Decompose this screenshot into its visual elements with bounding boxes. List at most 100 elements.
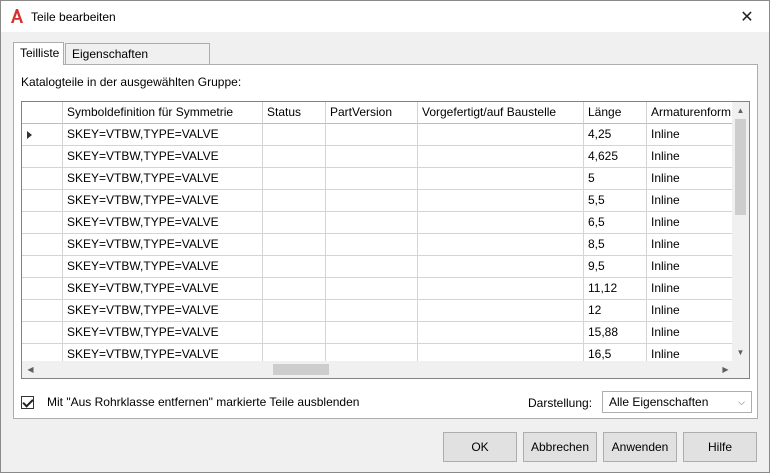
ok-button[interactable]: OK [443,432,517,462]
horizontal-scrollbar[interactable]: ◀ ▶ [22,361,734,378]
row-header[interactable] [22,190,63,212]
cell-status[interactable] [263,300,326,322]
cell-symbol[interactable]: SKEY=VTBW,TYPE=VALVE [63,234,263,256]
column-header-armaturenform[interactable]: Armaturenform [647,102,734,124]
row-header[interactable] [22,300,63,322]
cell-status[interactable] [263,256,326,278]
edit-parts-dialog: Teile bearbeiten ✕ Teilliste Eigenschaft… [0,0,770,473]
vertical-scroll-thumb[interactable] [735,119,746,215]
cell-armaturenform[interactable]: Inline [647,278,734,300]
row-header[interactable] [22,322,63,344]
cell-symbol[interactable]: SKEY=VTBW,TYPE=VALVE [63,168,263,190]
cell-status[interactable] [263,212,326,234]
cell-partversion[interactable] [326,124,418,146]
cell-laenge[interactable]: 6,5 [584,212,647,234]
cell-partversion[interactable] [326,300,418,322]
cell-status[interactable] [263,124,326,146]
cell-laenge[interactable]: 12 [584,300,647,322]
current-row-arrow-icon [27,131,32,139]
tab-eigenschaften-bearbeiten[interactable]: Eigenschaften bearbeiten [65,43,210,81]
cell-partversion[interactable] [326,168,418,190]
cell-partversion[interactable] [326,234,418,256]
cell-vorgefertigt[interactable] [418,256,584,278]
cell-symbol[interactable]: SKEY=VTBW,TYPE=VALVE [63,146,263,168]
parts-grid[interactable]: Symboldefinition für Symmetrie Status Pa… [21,101,750,379]
cell-symbol[interactable]: SKEY=VTBW,TYPE=VALVE [63,212,263,234]
cell-vorgefertigt[interactable] [418,190,584,212]
cell-status[interactable] [263,146,326,168]
row-header[interactable] [22,146,63,168]
cell-laenge[interactable]: 5 [584,168,647,190]
cell-partversion[interactable] [326,190,418,212]
hide-removed-parts-label[interactable]: Mit "Aus Rohrklasse entfernen" markierte… [47,395,359,409]
cell-partversion[interactable] [326,256,418,278]
display-mode-label: Darstellung: [528,396,593,410]
cell-vorgefertigt[interactable] [418,124,584,146]
cell-vorgefertigt[interactable] [418,300,584,322]
cell-vorgefertigt[interactable] [418,212,584,234]
scroll-up-arrow-icon[interactable]: ▲ [732,102,749,119]
cell-laenge[interactable]: 5,5 [584,190,647,212]
cell-armaturenform[interactable]: Inline [647,212,734,234]
scroll-down-arrow-icon[interactable]: ▼ [732,344,749,361]
cell-armaturenform[interactable]: Inline [647,300,734,322]
cell-symbol[interactable]: SKEY=VTBW,TYPE=VALVE [63,322,263,344]
apply-button[interactable]: Anwenden [603,432,677,462]
column-header-symbol[interactable]: Symboldefinition für Symmetrie [63,102,263,124]
cell-vorgefertigt[interactable] [418,146,584,168]
cell-symbol[interactable]: SKEY=VTBW,TYPE=VALVE [63,190,263,212]
column-header-vorgefertigt[interactable]: Vorgefertigt/auf Baustelle [418,102,584,124]
autocad-logo-icon [11,9,23,23]
cell-partversion[interactable] [326,212,418,234]
cell-armaturenform[interactable]: Inline [647,124,734,146]
cell-symbol[interactable]: SKEY=VTBW,TYPE=VALVE [63,256,263,278]
display-mode-select[interactable]: Alle Eigenschaften ⌵ [602,391,752,413]
row-header[interactable] [22,278,63,300]
cell-laenge[interactable]: 9,5 [584,256,647,278]
column-header-laenge[interactable]: Länge [584,102,647,124]
chevron-down-icon: ⌵ [738,397,745,407]
cell-status[interactable] [263,322,326,344]
cell-vorgefertigt[interactable] [418,278,584,300]
cell-symbol[interactable]: SKEY=VTBW,TYPE=VALVE [63,278,263,300]
cell-laenge[interactable]: 8,5 [584,234,647,256]
row-header[interactable] [22,234,63,256]
help-button[interactable]: Hilfe [683,432,757,462]
cell-vorgefertigt[interactable] [418,168,584,190]
cell-vorgefertigt[interactable] [418,322,584,344]
hide-removed-parts-checkbox[interactable] [21,396,34,409]
row-header[interactable] [22,168,63,190]
horizontal-scroll-thumb[interactable] [273,364,329,375]
close-button[interactable]: ✕ [725,1,769,32]
cell-armaturenform[interactable]: Inline [647,256,734,278]
cell-armaturenform[interactable]: Inline [647,168,734,190]
cell-laenge[interactable]: 4,625 [584,146,647,168]
cell-laenge[interactable]: 11,12 [584,278,647,300]
tab-teilliste[interactable]: Teilliste [13,42,64,65]
column-header-status[interactable]: Status [263,102,326,124]
vertical-scrollbar[interactable]: ▲ ▼ [732,102,749,361]
cell-laenge[interactable]: 15,88 [584,322,647,344]
cell-partversion[interactable] [326,278,418,300]
cell-armaturenform[interactable]: Inline [647,190,734,212]
cell-symbol[interactable]: SKEY=VTBW,TYPE=VALVE [63,300,263,322]
cell-armaturenform[interactable]: Inline [647,234,734,256]
cell-status[interactable] [263,168,326,190]
cell-armaturenform[interactable]: Inline [647,322,734,344]
row-header[interactable] [22,256,63,278]
cell-partversion[interactable] [326,146,418,168]
cell-status[interactable] [263,234,326,256]
cell-status[interactable] [263,190,326,212]
cell-armaturenform[interactable]: Inline [647,146,734,168]
cell-status[interactable] [263,278,326,300]
scroll-left-arrow-icon[interactable]: ◀ [22,361,39,378]
cancel-button[interactable]: Abbrechen [523,432,597,462]
cell-vorgefertigt[interactable] [418,234,584,256]
column-header-partversion[interactable]: PartVersion [326,102,418,124]
cell-partversion[interactable] [326,322,418,344]
row-header[interactable] [22,124,63,146]
cell-laenge[interactable]: 4,25 [584,124,647,146]
title-bar: Teile bearbeiten ✕ [1,1,769,32]
cell-symbol[interactable]: SKEY=VTBW,TYPE=VALVE [63,124,263,146]
row-header[interactable] [22,212,63,234]
